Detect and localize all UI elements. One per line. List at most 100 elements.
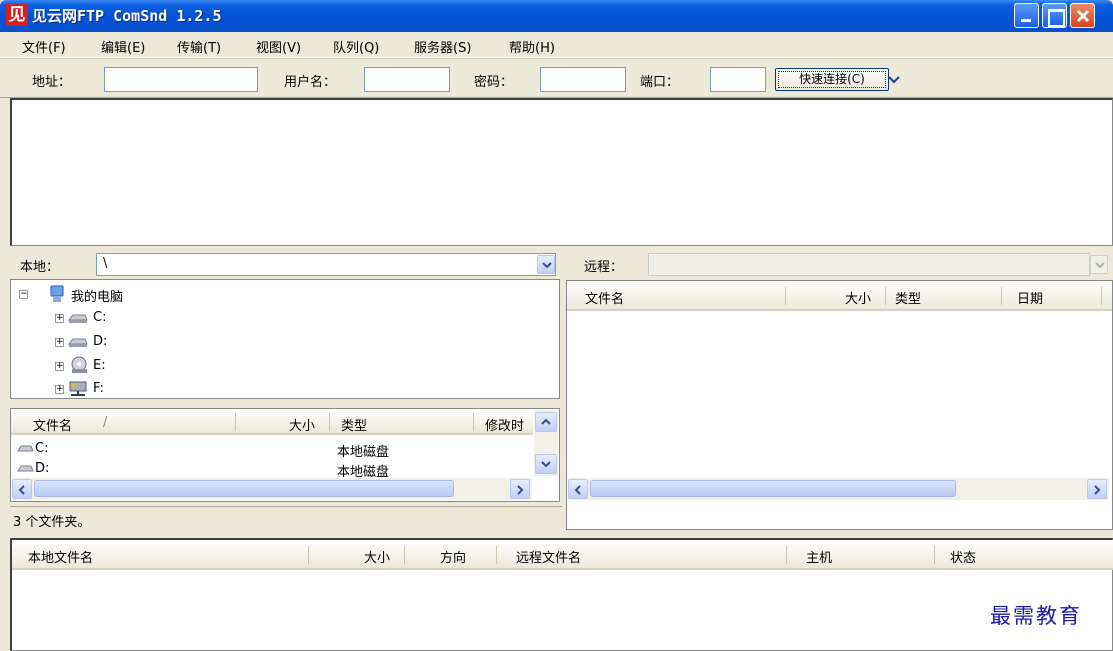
title-bar[interactable]: 见 见云网FTP ComSnd 1.2.5 xyxy=(0,0,1113,32)
menu-edit[interactable]: 编辑(E) xyxy=(101,37,145,56)
local-path-dropdown[interactable] xyxy=(537,255,555,274)
local-list-header xyxy=(11,409,533,435)
menu-transfer[interactable]: 传输(T) xyxy=(177,37,221,56)
chevron-up-icon xyxy=(541,418,551,425)
network-drive-icon xyxy=(69,381,87,396)
column-filename[interactable]: 文件名 xyxy=(585,288,624,307)
column-direction[interactable]: 方向 xyxy=(440,547,466,566)
local-status-bar: 3 个文件夹。 xyxy=(10,506,562,532)
column-size[interactable]: 大小 xyxy=(289,415,315,434)
local-folder-tree[interactable]: − 我的电脑 + C: + D: + E: + F: xyxy=(10,279,560,399)
menu-help[interactable]: 帮助(H) xyxy=(509,37,555,56)
close-icon xyxy=(1076,9,1090,23)
chevron-down-icon xyxy=(541,461,551,468)
port-input[interactable] xyxy=(710,67,766,92)
chevron-down-icon xyxy=(1095,262,1105,269)
tree-label: E: xyxy=(93,358,106,373)
expand-icon[interactable]: + xyxy=(55,362,64,371)
column-size[interactable]: 大小 xyxy=(364,547,390,566)
chevron-down-icon xyxy=(888,76,900,84)
list-item[interactable]: D: 本地磁盘 xyxy=(15,461,535,479)
username-input[interactable] xyxy=(364,67,450,92)
close-button[interactable] xyxy=(1070,3,1095,28)
cd-drive-icon xyxy=(71,356,87,373)
quick-connect-button[interactable]: 快速连接(C) xyxy=(775,68,889,91)
window-title: 见云网FTP ComSnd 1.2.5 xyxy=(32,7,222,25)
remote-list-hscrollbar[interactable] xyxy=(568,478,1109,500)
transfer-queue[interactable]: 本地文件名 大小 方向 远程文件名 主机 状态 xyxy=(10,538,1113,651)
menu-bar: 文件(F) 编辑(E) 传输(T) 视图(V) 队列(Q) 服务器(S) 帮助(… xyxy=(0,32,1113,58)
tree-node-my-computer[interactable]: − 我的电脑 xyxy=(15,284,215,305)
column-size[interactable]: 大小 xyxy=(845,288,871,307)
hard-drive-icon xyxy=(67,314,88,323)
tree-node-drive-c[interactable]: + C: xyxy=(51,308,171,328)
app-icon: 见 xyxy=(6,4,28,26)
list-item[interactable]: C: 本地磁盘 xyxy=(15,441,535,460)
column-modified[interactable]: 修改时 xyxy=(485,415,524,434)
chevron-left-icon xyxy=(574,485,581,495)
quick-connect-dropdown[interactable] xyxy=(887,73,901,87)
column-filename[interactable]: 文件名 xyxy=(33,415,72,434)
remote-path-combo[interactable] xyxy=(648,253,1090,276)
file-type: 本地磁盘 xyxy=(337,465,390,479)
tree-node-drive-f[interactable]: + F: xyxy=(51,379,171,399)
scroll-down-button[interactable] xyxy=(535,454,557,474)
username-label: 用户名： xyxy=(284,75,337,90)
remote-label: 远程： xyxy=(584,260,624,275)
address-input[interactable] xyxy=(104,67,258,92)
computer-icon xyxy=(50,285,64,302)
column-type[interactable]: 类型 xyxy=(341,415,367,434)
maximize-button[interactable] xyxy=(1042,3,1067,28)
remote-path-dropdown[interactable] xyxy=(1090,255,1108,274)
tree-label: C: xyxy=(93,310,107,325)
menu-queue[interactable]: 队列(Q) xyxy=(333,37,379,56)
port-label: 端口： xyxy=(640,75,680,90)
hard-drive-icon xyxy=(17,445,34,452)
expand-icon[interactable]: + xyxy=(55,314,64,323)
menu-view[interactable]: 视图(V) xyxy=(256,37,301,56)
column-type[interactable]: 类型 xyxy=(895,288,921,307)
column-host[interactable]: 主机 xyxy=(806,547,832,566)
column-status[interactable]: 状态 xyxy=(950,547,976,566)
message-log[interactable] xyxy=(10,98,1113,246)
hard-drive-icon xyxy=(67,338,88,347)
tree-label: D: xyxy=(93,334,108,349)
expand-icon[interactable]: + xyxy=(55,338,64,347)
local-path-combo[interactable]: \ xyxy=(96,253,556,276)
chevron-down-icon xyxy=(542,262,552,269)
menu-file[interactable]: 文件(F) xyxy=(22,37,66,56)
local-list-vscrollbar[interactable] xyxy=(534,410,558,476)
scroll-right-button[interactable] xyxy=(1087,479,1107,499)
password-label: 密码： xyxy=(474,75,514,90)
chevron-right-icon xyxy=(1094,485,1101,495)
file-name: C: xyxy=(35,441,49,456)
tree-label: F: xyxy=(93,381,104,396)
scroll-left-button[interactable] xyxy=(568,479,588,499)
password-input[interactable] xyxy=(540,67,626,92)
menu-server[interactable]: 服务器(S) xyxy=(414,37,471,56)
tree-node-drive-e[interactable]: + E: xyxy=(51,356,171,376)
tree-node-drive-d[interactable]: + D: xyxy=(51,332,171,352)
file-type: 本地磁盘 xyxy=(337,445,390,460)
column-remote-filename[interactable]: 远程文件名 xyxy=(516,547,581,566)
watermark-text: 最需教育 xyxy=(990,604,1082,628)
expand-icon[interactable]: + xyxy=(55,385,64,394)
address-label: 地址： xyxy=(32,75,72,90)
collapse-icon[interactable]: − xyxy=(19,290,28,299)
file-name: D: xyxy=(35,461,50,476)
scroll-left-button[interactable] xyxy=(12,479,32,499)
chevron-left-icon xyxy=(18,485,25,495)
local-label: 本地： xyxy=(20,260,60,275)
scroll-thumb[interactable] xyxy=(590,480,956,497)
quick-connect-bar: 地址： 用户名： 密码： 端口： 快速连接(C) xyxy=(0,58,1113,98)
local-list-hscrollbar[interactable] xyxy=(12,478,532,500)
chevron-right-icon xyxy=(517,485,524,495)
column-local-filename[interactable]: 本地文件名 xyxy=(28,547,93,566)
hard-drive-icon xyxy=(17,465,34,472)
column-date[interactable]: 日期 xyxy=(1017,288,1043,307)
scroll-right-button[interactable] xyxy=(510,479,530,499)
tree-label: 我的电脑 xyxy=(71,290,124,305)
scroll-thumb[interactable] xyxy=(34,480,454,497)
scroll-up-button[interactable] xyxy=(535,412,557,432)
minimize-button[interactable] xyxy=(1014,3,1039,28)
